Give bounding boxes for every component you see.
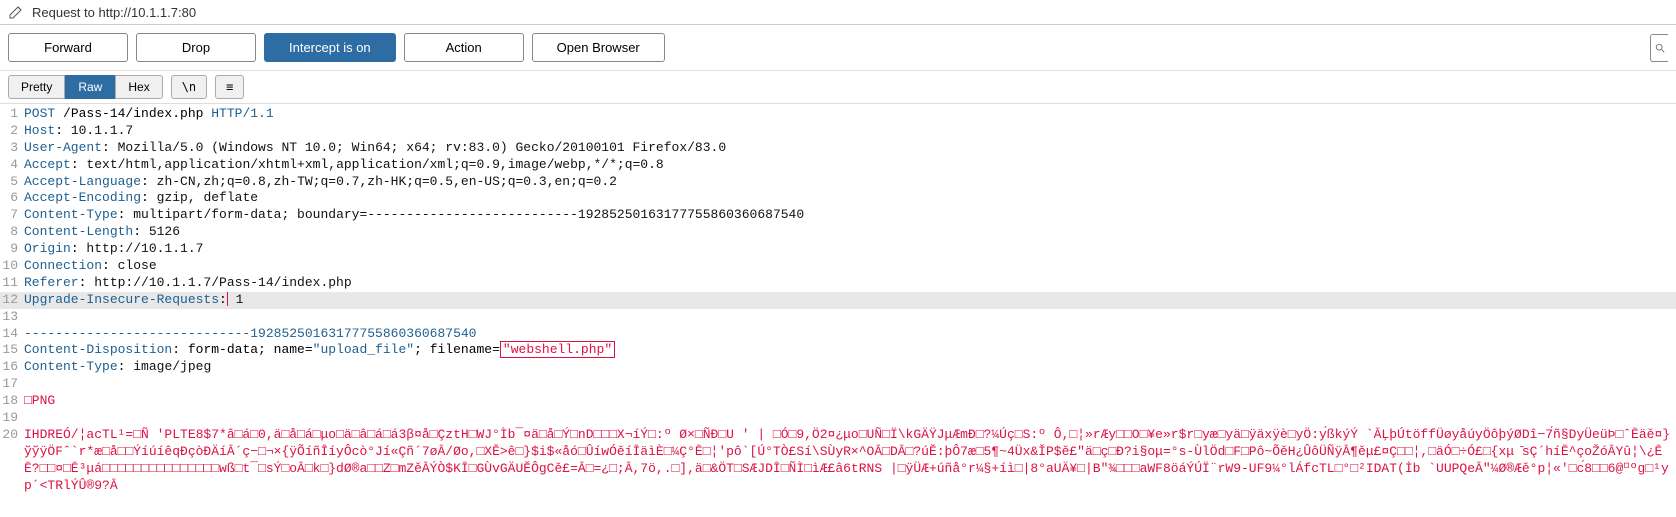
- line-number: 14: [0, 326, 24, 343]
- search-icon[interactable]: [1650, 34, 1668, 62]
- line-content[interactable]: [24, 376, 1676, 393]
- line-content[interactable]: Content-Type: image/jpeg: [24, 359, 1676, 376]
- line-number: 20: [0, 427, 24, 495]
- line-content[interactable]: User-Agent: Mozilla/5.0 (Windows NT 10.0…: [24, 140, 1676, 157]
- line-number: 6: [0, 190, 24, 207]
- line-content[interactable]: Accept: text/html,application/xhtml+xml,…: [24, 157, 1676, 174]
- line-content[interactable]: Upgrade-Insecure-Requests: 1: [24, 292, 1676, 309]
- editor-line[interactable]: 1POST /Pass-14/index.php HTTP/1.1: [0, 106, 1676, 123]
- line-number: 11: [0, 275, 24, 292]
- line-number: 13: [0, 309, 24, 326]
- editor-line[interactable]: 12Upgrade-Insecure-Requests: 1: [0, 292, 1676, 309]
- editor-line[interactable]: 17: [0, 376, 1676, 393]
- editor-line[interactable]: 20IHDREÓ/¦acTL¹=□Ñ 'PLTE8$7*â□á□0,ä□å□á□…: [0, 427, 1676, 495]
- line-content[interactable]: Connection: close: [24, 258, 1676, 275]
- line-content[interactable]: Origin: http://10.1.1.7: [24, 241, 1676, 258]
- line-content[interactable]: -----------------------------19285250163…: [24, 326, 1676, 343]
- line-number: 15: [0, 342, 24, 359]
- page-title: Request to http://10.1.1.7:80: [32, 5, 196, 20]
- editor-line[interactable]: 7Content-Type: multipart/form-data; boun…: [0, 207, 1676, 224]
- editor-line[interactable]: 18□PNG: [0, 393, 1676, 410]
- editor-line[interactable]: 19: [0, 410, 1676, 427]
- line-number: 19: [0, 410, 24, 427]
- tab-hex[interactable]: Hex: [115, 75, 162, 99]
- editor-line[interactable]: 8Content-Length: 5126: [0, 224, 1676, 241]
- line-number: 5: [0, 174, 24, 191]
- line-number: 17: [0, 376, 24, 393]
- line-content[interactable]: Accept-Language: zh-CN,zh;q=0.8,zh-TW;q=…: [24, 174, 1676, 191]
- line-number: 12: [0, 292, 24, 309]
- line-number: 16: [0, 359, 24, 376]
- line-number: 18: [0, 393, 24, 410]
- pencil-icon: [8, 4, 24, 20]
- line-content[interactable]: IHDREÓ/¦acTL¹=□Ñ 'PLTE8$7*â□á□0,ä□å□á□μο…: [24, 427, 1676, 495]
- request-editor[interactable]: 1POST /Pass-14/index.php HTTP/1.12Host: …: [0, 104, 1676, 496]
- newline-toggle[interactable]: \n: [171, 75, 207, 99]
- drop-button[interactable]: Drop: [136, 33, 256, 62]
- editor-line[interactable]: 5Accept-Language: zh-CN,zh;q=0.8,zh-TW;q…: [0, 174, 1676, 191]
- action-button[interactable]: Action: [404, 33, 524, 62]
- editor-line[interactable]: 3User-Agent: Mozilla/5.0 (Windows NT 10.…: [0, 140, 1676, 157]
- intercept-toggle[interactable]: Intercept is on: [264, 33, 396, 62]
- title-bar: Request to http://10.1.1.7:80: [0, 0, 1676, 25]
- editor-line[interactable]: 6Accept-Encoding: gzip, deflate: [0, 190, 1676, 207]
- line-number: 1: [0, 106, 24, 123]
- line-number: 4: [0, 157, 24, 174]
- line-number: 2: [0, 123, 24, 140]
- tab-raw[interactable]: Raw: [65, 75, 115, 99]
- view-tabs: Pretty Raw Hex \n ≡: [0, 71, 1676, 104]
- line-number: 8: [0, 224, 24, 241]
- hamburger-icon[interactable]: ≡: [215, 75, 244, 99]
- editor-line[interactable]: 14-----------------------------192852501…: [0, 326, 1676, 343]
- editor-line[interactable]: 13: [0, 309, 1676, 326]
- line-content[interactable]: [24, 410, 1676, 427]
- filename-highlight: "webshell.php": [500, 341, 615, 358]
- editor-line[interactable]: 15Content-Disposition: form-data; name="…: [0, 342, 1676, 359]
- editor-line[interactable]: 16Content-Type: image/jpeg: [0, 359, 1676, 376]
- editor-line[interactable]: 11Referer: http://10.1.1.7/Pass-14/index…: [0, 275, 1676, 292]
- editor-line[interactable]: 2Host: 10.1.1.7: [0, 123, 1676, 140]
- line-content[interactable]: [24, 309, 1676, 326]
- forward-button[interactable]: Forward: [8, 33, 128, 62]
- line-content[interactable]: □PNG: [24, 393, 1676, 410]
- line-number: 10: [0, 258, 24, 275]
- line-content[interactable]: Referer: http://10.1.1.7/Pass-14/index.p…: [24, 275, 1676, 292]
- editor-line[interactable]: 10Connection: close: [0, 258, 1676, 275]
- line-content[interactable]: Content-Length: 5126: [24, 224, 1676, 241]
- line-content[interactable]: Accept-Encoding: gzip, deflate: [24, 190, 1676, 207]
- editor-line[interactable]: 4Accept: text/html,application/xhtml+xml…: [0, 157, 1676, 174]
- tab-pretty[interactable]: Pretty: [8, 75, 65, 99]
- line-number: 9: [0, 241, 24, 258]
- editor-line[interactable]: 9Origin: http://10.1.1.7: [0, 241, 1676, 258]
- toolbar: Forward Drop Intercept is on Action Open…: [0, 25, 1676, 71]
- line-number: 7: [0, 207, 24, 224]
- line-content[interactable]: Host: 10.1.1.7: [24, 123, 1676, 140]
- line-content[interactable]: POST /Pass-14/index.php HTTP/1.1: [24, 106, 1676, 123]
- line-number: 3: [0, 140, 24, 157]
- line-content[interactable]: Content-Type: multipart/form-data; bound…: [24, 207, 1676, 224]
- line-content[interactable]: Content-Disposition: form-data; name="up…: [24, 342, 1676, 359]
- open-browser-button[interactable]: Open Browser: [532, 33, 665, 62]
